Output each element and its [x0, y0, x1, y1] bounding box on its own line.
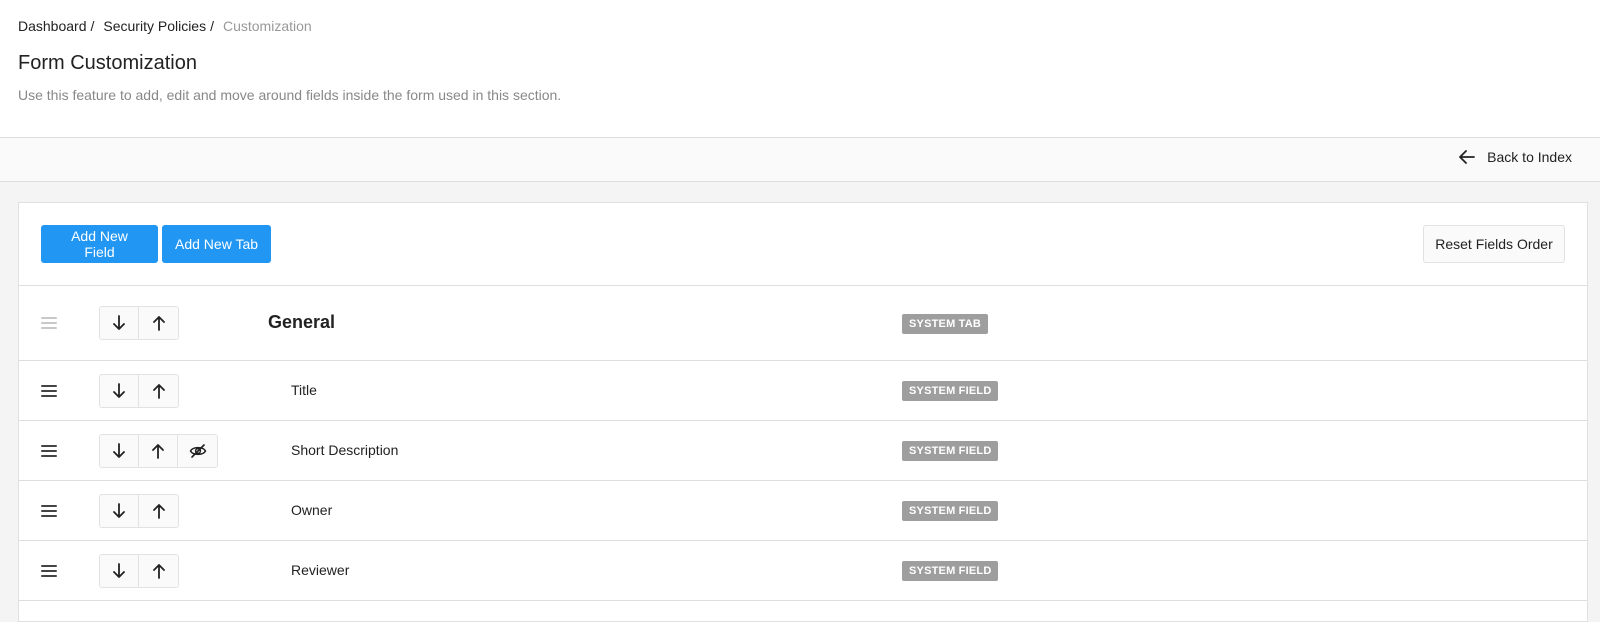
action-bar: Back to Index: [0, 138, 1600, 182]
drag-handle-icon[interactable]: [41, 385, 57, 397]
arrow-up-icon: [152, 564, 165, 579]
field-name: Title: [291, 382, 317, 398]
page-description: Use this feature to add, edit and move a…: [18, 87, 562, 103]
breadcrumb: Dashboard / Security Policies / Customiz…: [18, 17, 1582, 35]
toggle-visibility-button[interactable]: [178, 435, 217, 467]
breadcrumb-current: Customization: [222, 18, 312, 34]
arrow-down-icon: [113, 315, 125, 330]
breadcrumb-separator: /: [90, 18, 95, 34]
field-row-reviewer: Reviewer SYSTEM FIELD: [19, 541, 1587, 601]
arrow-down-icon: [113, 383, 125, 398]
add-new-field-button[interactable]: Add New Field: [41, 225, 158, 263]
system-field-badge: SYSTEM FIELD: [902, 561, 999, 581]
move-down-button[interactable]: [100, 375, 139, 407]
page-header: Dashboard / Security Policies / Customiz…: [0, 0, 1600, 138]
row-order-controls: [99, 554, 179, 588]
field-name: Owner: [291, 502, 333, 518]
arrow-down-icon: [113, 443, 125, 458]
move-down-button[interactable]: [100, 307, 139, 339]
tab-name: General: [268, 312, 336, 332]
move-down-button[interactable]: [100, 435, 139, 467]
arrow-up-icon: [152, 316, 165, 331]
drag-handle-icon[interactable]: [41, 505, 57, 517]
system-tab-badge: SYSTEM TAB: [902, 314, 989, 334]
back-to-index-link[interactable]: Back to Index: [1459, 149, 1572, 165]
row-order-controls: [99, 374, 179, 408]
breadcrumb-dashboard[interactable]: Dashboard: [18, 18, 87, 34]
reset-fields-order-button[interactable]: Reset Fields Order: [1423, 225, 1565, 263]
breadcrumb-security-policies[interactable]: Security Policies: [103, 18, 206, 34]
system-field-badge: SYSTEM FIELD: [902, 381, 999, 401]
tab-row-general: General SYSTEM TAB: [19, 286, 1587, 361]
move-up-button[interactable]: [139, 555, 178, 587]
arrow-up-icon: [152, 444, 164, 459]
field-row-title: Title SYSTEM FIELD: [19, 361, 1587, 421]
drag-handle-icon[interactable]: [41, 565, 57, 577]
move-up-button[interactable]: [139, 495, 178, 527]
move-up-button[interactable]: [139, 375, 178, 407]
row-order-controls: [99, 434, 218, 468]
eye-slash-icon: [189, 444, 206, 458]
field-row-short-description: Short Description SYSTEM FIELD: [19, 421, 1587, 481]
arrow-down-icon: [113, 563, 125, 578]
drag-handle-icon[interactable]: [41, 317, 57, 329]
fields-toolbar: Add New Field Add New Tab Reset Fields O…: [19, 203, 1587, 286]
field-name: Short Description: [291, 442, 399, 458]
row-order-controls: [99, 306, 179, 340]
system-field-badge: SYSTEM FIELD: [902, 501, 999, 521]
move-down-button[interactable]: [100, 555, 139, 587]
move-down-button[interactable]: [100, 495, 139, 527]
move-up-button[interactable]: [139, 435, 178, 467]
arrow-up-icon: [152, 384, 165, 399]
add-new-tab-button[interactable]: Add New Tab: [162, 225, 271, 263]
arrow-down-icon: [113, 503, 125, 518]
back-to-index-label: Back to Index: [1487, 149, 1572, 165]
page-title: Form Customization: [18, 52, 197, 74]
field-name: Reviewer: [291, 562, 350, 578]
arrow-up-icon: [152, 504, 165, 519]
move-up-button[interactable]: [139, 307, 178, 339]
system-field-badge: SYSTEM FIELD: [902, 441, 999, 461]
arrow-left-icon: [1459, 150, 1476, 164]
breadcrumb-separator: /: [210, 18, 214, 34]
drag-handle-icon[interactable]: [41, 445, 57, 457]
fields-panel: Add New Field Add New Tab Reset Fields O…: [18, 202, 1588, 622]
field-row-owner: Owner SYSTEM FIELD: [19, 481, 1587, 541]
row-order-controls: [99, 494, 179, 528]
